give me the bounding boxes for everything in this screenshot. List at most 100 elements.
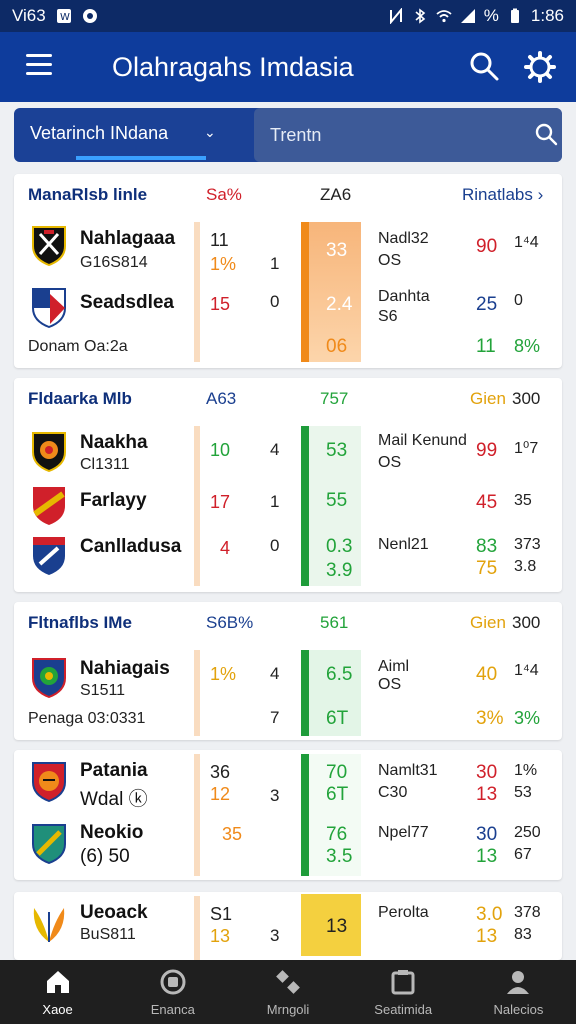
league-link[interactable]: Rinatlabs › — [462, 185, 543, 205]
league-link[interactable]: Gien — [470, 613, 506, 633]
score: 3.9 — [326, 560, 353, 581]
search-icon[interactable] — [468, 50, 500, 82]
score-strip — [194, 222, 200, 362]
league-stat: 561 — [320, 613, 349, 632]
odds-value: 250 — [514, 824, 541, 841]
score: 2.4 — [326, 294, 353, 315]
match-info: Mail Kenund — [378, 432, 467, 449]
team-sub: Cl1311 — [80, 456, 130, 473]
league-card[interactable]: ManaRlsb linle Sa% ZA6 Rinatlabs › Nahla… — [14, 174, 562, 368]
score-strip — [194, 754, 200, 876]
team-sub: G16S814 — [80, 254, 148, 271]
odds-value: 3% — [514, 708, 541, 728]
team-name: Patania — [80, 760, 148, 781]
odds-value: 25 — [476, 294, 498, 315]
league-stat: 300 — [512, 613, 541, 632]
nav-match[interactable]: Mrngoli — [230, 960, 345, 1024]
search-field[interactable] — [254, 108, 562, 162]
score-bar — [301, 754, 309, 876]
shield-leaf-icon — [32, 824, 66, 864]
odds-value: 13 — [476, 926, 498, 947]
profile-icon — [507, 971, 530, 994]
shield-lion-icon — [32, 432, 66, 472]
battery-percent: % — [483, 6, 499, 25]
notification-dot-icon — [82, 9, 97, 23]
stat-value: 4 — [270, 440, 280, 459]
match-info: OS — [378, 454, 402, 471]
stat-value: 35 — [222, 824, 243, 844]
home-icon — [46, 971, 69, 993]
league-stat: Sa% — [206, 185, 242, 204]
score: 06 — [326, 336, 348, 357]
league-stat: S6B% — [206, 613, 254, 632]
match-info: Danhta — [378, 288, 430, 305]
score: 33 — [326, 240, 348, 261]
chevron-down-icon: ⌄ — [204, 124, 216, 140]
match-time: Penaga 03:0331 — [28, 710, 146, 727]
menu-icon[interactable] — [26, 54, 52, 76]
league-card[interactable]: Fldaarka Mlb A63 757 Gien 300 Naakha Cl1… — [14, 378, 562, 592]
odds-value: 35 — [514, 492, 532, 509]
score-strip — [194, 426, 200, 586]
stat-value: 10 — [210, 440, 231, 460]
league-filter-dropdown[interactable]: Vetarinch INdana ⌄ — [14, 108, 240, 162]
nav-sports[interactable]: Enanca — [115, 960, 230, 1024]
league-title: Fltnaflbs IMe — [28, 613, 132, 632]
stat-value: 1% — [210, 254, 237, 274]
wifi-icon — [436, 10, 452, 23]
score: 70 — [326, 762, 348, 783]
match-time: Donam Oa:2a — [28, 338, 128, 355]
league-card[interactable]: Fltnaflbs IMe S6B% 561 Gien 300 Nahiagai… — [14, 602, 562, 740]
match-info: Nenl21 — [378, 536, 429, 553]
stat-value: 3 — [270, 926, 280, 945]
team-name: Farlayy — [80, 490, 147, 511]
stat-value: 4 — [270, 664, 280, 683]
odds-value: 3% — [476, 708, 504, 729]
search-icon[interactable] — [534, 122, 558, 146]
odds-value: 40 — [476, 664, 498, 685]
nav-stats[interactable]: Seatimida — [346, 960, 461, 1024]
search-input[interactable] — [270, 120, 520, 150]
shield-tiger-icon — [32, 762, 66, 802]
odds-value: 0 — [514, 292, 523, 309]
score: 6T — [326, 784, 349, 805]
league-link[interactable]: Gien — [470, 389, 506, 409]
score: 53 — [326, 440, 348, 461]
match-info: C30 — [378, 784, 408, 801]
score: 76 — [326, 824, 348, 845]
score: 55 — [326, 490, 348, 511]
match-info: S6 — [378, 308, 398, 325]
team-name: Nahiagais — [80, 658, 170, 679]
stat-value: 15 — [210, 294, 231, 314]
team-name: Neokio — [80, 822, 144, 843]
stat-value: 13 — [210, 926, 231, 946]
odds-value: 1⁴4 — [514, 234, 539, 251]
match-info: Namlt31 — [378, 762, 438, 779]
app-title: Olahragahs Imdasia — [112, 52, 354, 82]
settings-icon[interactable] — [523, 50, 557, 84]
league-title: ManaRlsb linle — [28, 185, 148, 204]
shield-stripe-icon — [33, 487, 65, 525]
odds-value: 1⁰7 — [514, 440, 539, 457]
odds-value: 13 — [476, 846, 498, 867]
match-info: OS — [378, 252, 402, 269]
score-bar — [301, 650, 309, 736]
odds-value: 30 — [476, 824, 498, 845]
odds-value: 45 — [476, 492, 498, 513]
league-stat: A63 — [206, 389, 237, 408]
nav-label: Enanca — [150, 1002, 195, 1017]
match-info: OS — [378, 676, 402, 693]
league-card[interactable]: Patania Wdal ⓚ 36 12 3 70 6T Namlt31 C30… — [14, 750, 562, 880]
stat-value: 0 — [270, 536, 280, 555]
stat-value: 1 — [270, 492, 280, 511]
carrier-label: Vi63 — [12, 6, 46, 25]
clock: 1:86 — [530, 6, 564, 25]
score-strip — [194, 650, 200, 736]
nav-home[interactable]: Xaoe — [0, 960, 115, 1024]
shield-ball-icon — [32, 658, 66, 698]
nav-profile[interactable]: Nalecios — [461, 960, 576, 1024]
odds-value: 83 — [514, 926, 532, 943]
odds-value: 378 — [514, 904, 541, 921]
odds-value: 30 — [476, 762, 498, 783]
league-card[interactable]: Ueoack BuS811 S1 13 3 13 Perolta 3.0 378… — [14, 892, 562, 960]
